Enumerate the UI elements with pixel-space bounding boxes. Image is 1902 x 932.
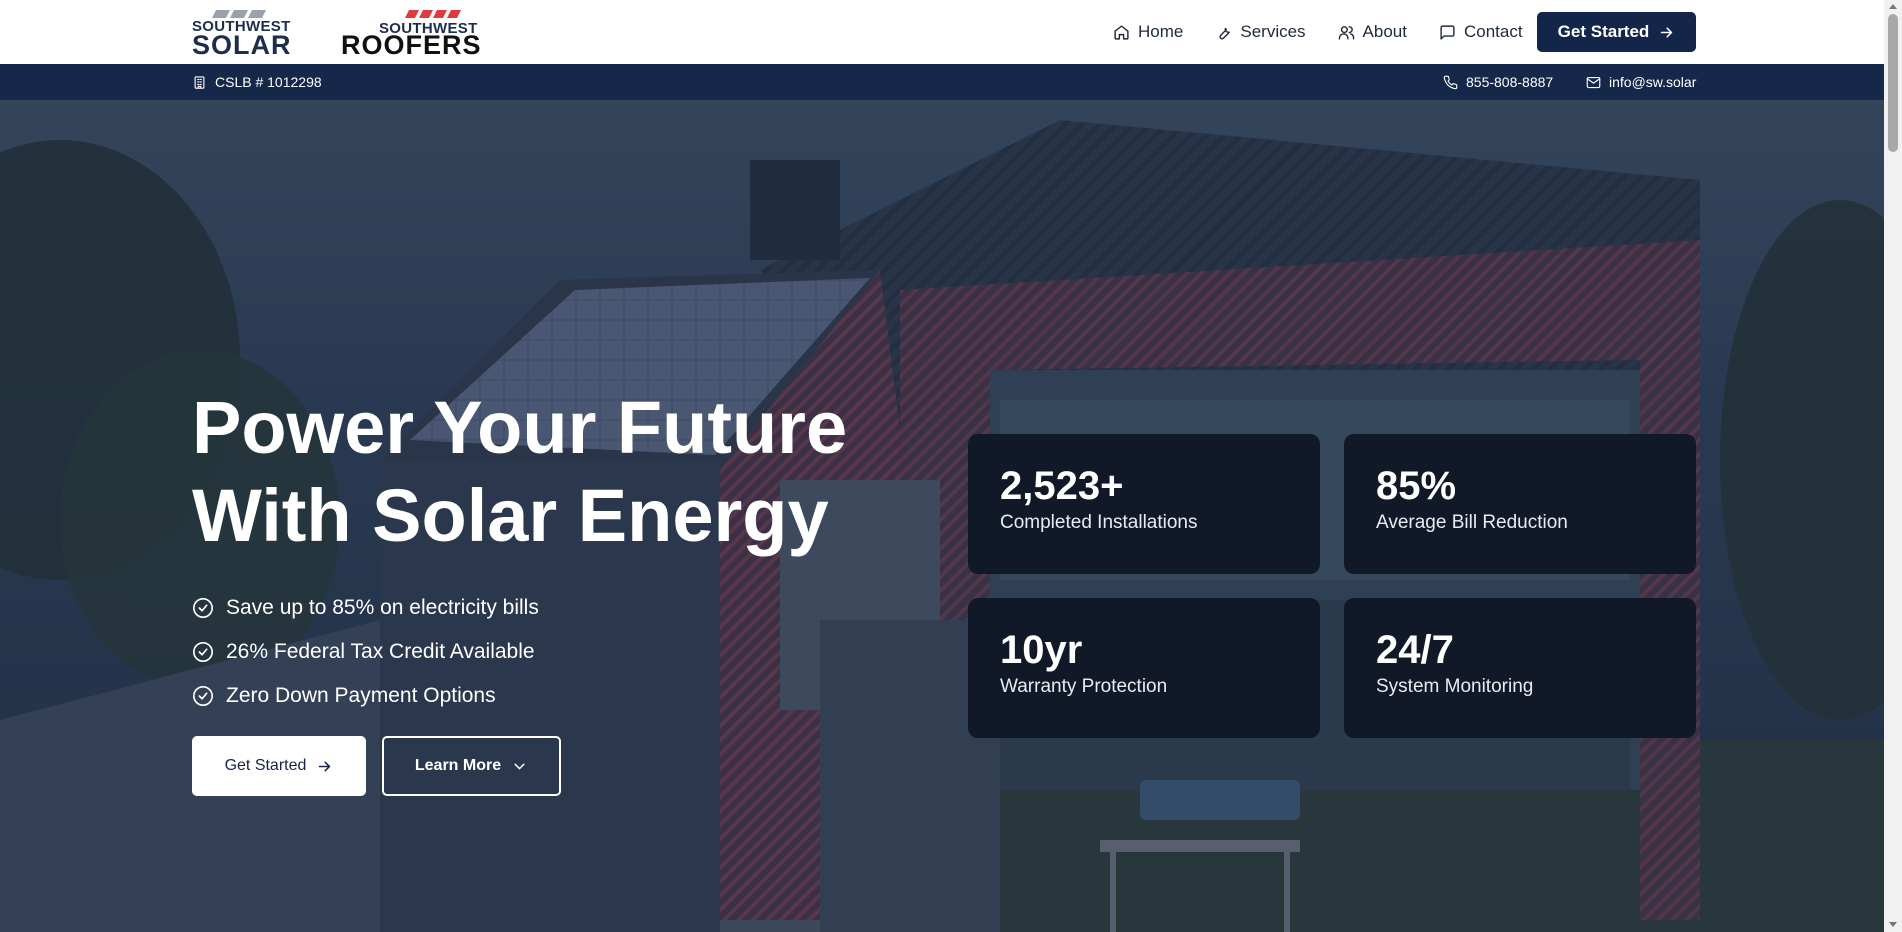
nav-contact[interactable]: Contact xyxy=(1439,22,1523,42)
info-bar: CSLB # 1012298 855-808-8887 info@sw.sola… xyxy=(0,64,1884,100)
hero-title: Power Your Future With Solar Energy xyxy=(192,384,912,560)
stat-value: 24/7 xyxy=(1376,628,1454,672)
phone-text: 855-808-8887 xyxy=(1466,74,1554,90)
arrow-right-icon xyxy=(319,760,331,772)
navbar: SOUTHWEST SOLAR SOUTHWEST ROOFERS Home S… xyxy=(0,0,1884,64)
phone-link[interactable]: 855-808-8887 xyxy=(1443,64,1553,100)
phone-icon xyxy=(1443,75,1458,89)
stat-value: 10yr xyxy=(1000,628,1083,672)
hero-title-line-1: Power Your Future xyxy=(192,386,848,469)
stat-card-monitoring: 24/7 System Monitoring xyxy=(1344,598,1696,738)
nav-get-started-button[interactable]: Get Started xyxy=(1537,12,1696,52)
email-text: info@sw.solar xyxy=(1609,74,1697,90)
check-circle-icon xyxy=(193,642,213,662)
benefit-item: Save up to 85% on electricity bills xyxy=(192,586,539,630)
license-text: CSLB # 1012298 xyxy=(215,74,322,90)
license-info: CSLB # 1012298 xyxy=(192,64,322,100)
benefits-list: Save up to 85% on electricity bills 26% … xyxy=(192,586,539,718)
wrench-icon xyxy=(1219,27,1231,39)
stat-value: 2,523+ xyxy=(1000,464,1124,508)
main-nav: Home Services About Contact xyxy=(1113,20,1555,44)
users-icon xyxy=(1338,25,1354,40)
nav-contact-label: Contact xyxy=(1463,22,1523,41)
nav-services[interactable]: Services xyxy=(1215,22,1306,42)
southwest-roofers-logo[interactable]: SOUTHWEST ROOFERS xyxy=(341,8,483,60)
benefit-text: Save up to 85% on electricity bills xyxy=(226,596,539,619)
stat-label: Average Bill Reduction xyxy=(1376,512,1568,533)
nav-about-label: About xyxy=(1362,22,1407,41)
chevron-down-icon xyxy=(514,763,525,769)
nav-about[interactable]: About xyxy=(1338,22,1407,42)
stat-card-warranty: 10yr Warranty Protection xyxy=(968,598,1320,738)
nav-cta-label: Get Started xyxy=(1557,22,1650,41)
mail-icon xyxy=(1586,76,1601,88)
stat-card-bill-reduction: 85% Average Bill Reduction xyxy=(1344,434,1696,574)
scrollbar-thumb[interactable] xyxy=(1888,14,1898,152)
page-scrollbar[interactable] xyxy=(1884,0,1902,932)
nav-home[interactable]: Home xyxy=(1113,22,1183,42)
check-circle-icon xyxy=(193,598,213,618)
nav-services-label: Services xyxy=(1240,22,1306,41)
stat-label: Warranty Protection xyxy=(1000,676,1168,697)
hero-get-started-button[interactable]: Get Started xyxy=(192,736,366,796)
stat-label: Completed Installations xyxy=(1000,512,1198,533)
southwest-solar-logo[interactable]: SOUTHWEST SOLAR xyxy=(192,8,300,60)
hero-learn-more-button[interactable]: Learn More xyxy=(382,736,561,796)
check-circle-icon xyxy=(193,686,213,706)
nav-home-label: Home xyxy=(1138,22,1184,41)
benefit-text: 26% Federal Tax Credit Available xyxy=(226,640,535,663)
roofers-logo-bottom-text: ROOFERS xyxy=(341,30,482,60)
email-link[interactable]: info@sw.solar xyxy=(1586,64,1696,100)
stat-label: System Monitoring xyxy=(1376,676,1534,697)
building-icon xyxy=(194,75,205,89)
benefit-item: Zero Down Payment Options xyxy=(192,674,539,718)
hero-learn-more-label: Learn More xyxy=(414,757,502,774)
home-icon xyxy=(1114,24,1129,40)
hero-get-started-label: Get Started xyxy=(224,757,307,774)
benefit-text: Zero Down Payment Options xyxy=(226,684,496,707)
message-icon xyxy=(1440,24,1455,40)
stat-value: 85% xyxy=(1376,464,1457,508)
arrow-right-icon xyxy=(1661,26,1673,38)
hero-title-line-2: With Solar Energy xyxy=(192,474,829,557)
scroll-up-arrow-icon[interactable] xyxy=(1889,4,1897,9)
stat-card-installations: 2,523+ Completed Installations xyxy=(968,434,1320,574)
solar-logo-bottom-text: SOLAR xyxy=(192,30,292,60)
scroll-down-arrow-icon[interactable] xyxy=(1889,922,1897,927)
hero-section: Power Your Future With Solar Energy Save… xyxy=(0,100,1884,932)
benefit-item: 26% Federal Tax Credit Available xyxy=(192,630,539,674)
